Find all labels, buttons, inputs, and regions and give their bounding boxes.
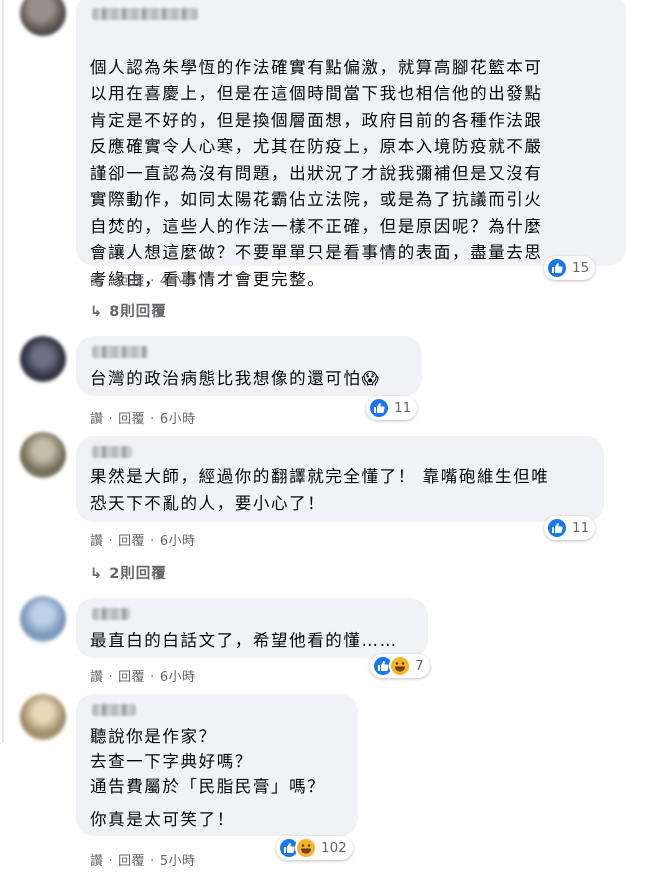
commenter-name-1[interactable] xyxy=(92,8,198,20)
reaction-count: 11 xyxy=(572,520,590,536)
reaction-summary-5[interactable]: 102 xyxy=(276,836,353,860)
avatar[interactable] xyxy=(20,596,66,642)
comment-text-4: 最直白的白話文了，希望他看的懂…… xyxy=(90,631,398,650)
avatar[interactable] xyxy=(20,694,66,740)
reply-arrow-icon: ↳ xyxy=(90,566,110,582)
reaction-count: 102 xyxy=(321,840,347,856)
reaction-summary-3[interactable]: 11 xyxy=(544,516,596,540)
timestamp[interactable]: 6小時 xyxy=(160,412,196,427)
comment-actions-5: 讚 · 回覆 · 5小時 xyxy=(90,854,196,869)
timestamp[interactable]: 5小時 xyxy=(160,854,196,869)
timestamp[interactable]: 6小時 xyxy=(160,534,196,549)
reply-action[interactable]: 回覆 xyxy=(118,534,145,549)
comment-actions-2: 讚 · 回覆 · 6小時 xyxy=(90,412,196,427)
haha-icon xyxy=(389,655,411,677)
like-icon xyxy=(546,517,568,539)
comment-text-5: 聽說你是作家？ 去查一下字典好嗎？ 通告費屬於「民脂民膏」嗎？ 你真是太可笑了！ xyxy=(90,727,326,829)
timestamp[interactable]: 4小時 xyxy=(160,274,196,289)
avatar[interactable] xyxy=(20,0,66,36)
timestamp[interactable]: 6小時 xyxy=(160,670,196,685)
view-replies-3[interactable]: ↳ 2則回覆 xyxy=(90,562,167,583)
haha-icon xyxy=(295,837,317,859)
avatar[interactable] xyxy=(20,336,66,382)
comment-actions-1: 讚 · 回覆 · 4小時 xyxy=(90,274,196,289)
commenter-name-2[interactable] xyxy=(92,346,148,358)
reply-action[interactable]: 回覆 xyxy=(118,274,145,289)
like-action[interactable]: 讚 xyxy=(90,412,104,427)
comment-text-3: 果然是大師，經過你的翻譯就完全懂了！ 靠嘴砲維生但唯 恐天下不亂的人，要小心了！ xyxy=(90,467,550,513)
comment-actions-4: 讚 · 回覆 · 6小時 xyxy=(90,670,196,685)
comment-text-2: 台灣的政治病態比我想像的還可怕😱 xyxy=(90,369,381,388)
like-icon xyxy=(546,257,568,279)
commenter-name-3[interactable] xyxy=(92,446,132,458)
reply-action[interactable]: 回覆 xyxy=(118,854,145,869)
reaction-summary-1[interactable]: 15 xyxy=(544,256,596,280)
reaction-count: 7 xyxy=(415,658,424,674)
avatar[interactable] xyxy=(20,432,66,478)
reaction-count: 11 xyxy=(394,400,412,416)
reaction-summary-2[interactable]: 11 xyxy=(366,396,418,420)
like-action[interactable]: 讚 xyxy=(90,274,104,289)
like-action[interactable]: 讚 xyxy=(90,670,104,685)
reply-action[interactable]: 回覆 xyxy=(118,670,145,685)
like-action[interactable]: 讚 xyxy=(90,854,104,869)
like-icon xyxy=(368,397,390,419)
view-replies-1[interactable]: ↳ 8則回覆 xyxy=(90,300,167,321)
reaction-count: 15 xyxy=(572,260,590,276)
commenter-name-4[interactable] xyxy=(92,608,130,620)
commenter-name-5[interactable] xyxy=(92,704,136,716)
reply-arrow-icon: ↳ xyxy=(90,304,110,320)
like-action[interactable]: 讚 xyxy=(90,534,104,549)
reaction-summary-4[interactable]: 7 xyxy=(370,654,430,678)
comment-actions-3: 讚 · 回覆 · 6小時 xyxy=(90,534,196,549)
reply-action[interactable]: 回覆 xyxy=(118,412,145,427)
thread-line xyxy=(2,0,4,743)
